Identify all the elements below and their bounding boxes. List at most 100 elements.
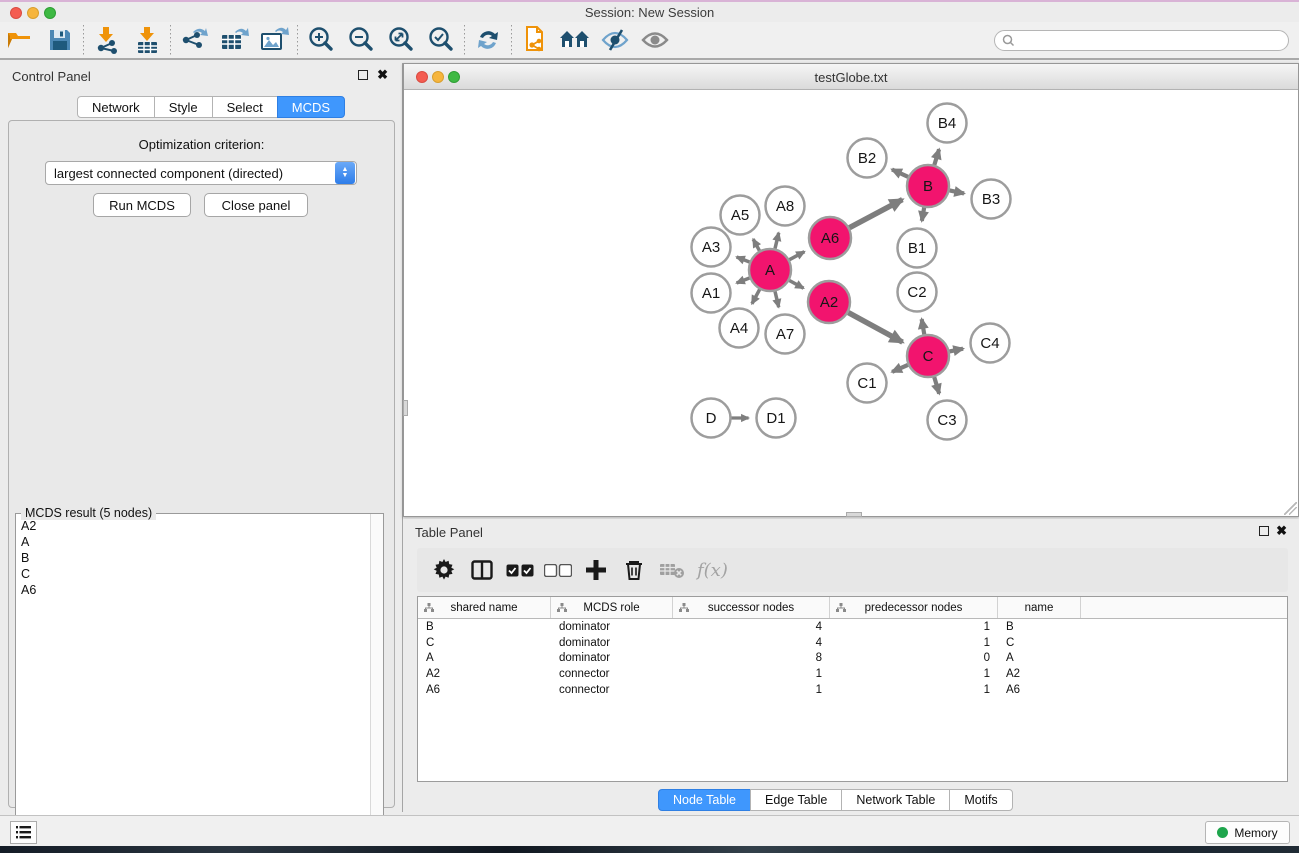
hide-panels-icon[interactable] [595,23,635,57]
node-table[interactable]: shared name MCDS role successor nodes pr… [417,596,1288,782]
table-row[interactable]: Adominator80A [418,650,1287,666]
tab-style[interactable]: Style [154,96,213,118]
edge-A-A7[interactable] [775,291,779,307]
edge-B-B3[interactable] [950,190,965,193]
search-input[interactable] [994,30,1289,51]
table-cell[interactable]: 1 [673,684,830,696]
table-cell[interactable]: A6 [418,684,551,696]
mcds-result-item[interactable]: A2 [21,518,369,534]
mcds-result-item[interactable]: A6 [21,582,369,598]
table-cell[interactable]: dominator [551,621,673,633]
zoom-selected-icon[interactable] [421,23,461,57]
table-row[interactable]: A2connector11A2 [418,666,1287,682]
memory-button[interactable]: Memory [1205,821,1290,844]
column-header-name[interactable]: name [998,597,1081,618]
close-panel-icon[interactable]: ✖ [377,67,388,83]
edge-A-A6[interactable] [789,252,804,260]
table-cell[interactable]: C [998,637,1081,649]
tab-select[interactable]: Select [212,96,278,118]
select-all-checkboxes-icon[interactable] [501,552,539,588]
task-history-icon[interactable] [10,821,37,844]
table-cell[interactable]: 4 [673,637,830,649]
tab-edge-table[interactable]: Edge Table [750,789,842,811]
network-from-file-icon[interactable] [515,23,555,57]
open-folder-icon[interactable] [0,23,40,57]
edge-C-C3[interactable] [934,377,939,394]
zoom-fit-icon[interactable] [381,23,421,57]
table-row[interactable]: Cdominator41C [418,635,1287,651]
zoom-out-icon[interactable] [341,23,381,57]
table-cell[interactable]: B [418,621,551,633]
float-panel-icon[interactable] [358,70,368,80]
table-cell[interactable]: A2 [998,668,1081,680]
delete-column-icon[interactable] [615,552,653,588]
edge-A-A4[interactable] [752,289,760,303]
float-table-panel-icon[interactable] [1259,526,1269,536]
edge-A-A2[interactable] [789,280,803,288]
edge-A-A1[interactable] [737,278,750,283]
tab-network-table[interactable]: Network Table [841,789,950,811]
table-cell[interactable]: 1 [673,668,830,680]
table-cell[interactable]: A [998,652,1081,664]
table-cell[interactable]: A6 [998,684,1081,696]
table-row[interactable]: A6connector11A6 [418,682,1287,698]
column-header-shared-name[interactable]: shared name [418,597,551,618]
close-panel-button[interactable]: Close panel [204,193,308,217]
refresh-layout-icon[interactable] [468,23,508,57]
table-row[interactable]: Bdominator41B [418,619,1287,635]
mcds-result-scrollbar[interactable] [370,514,383,853]
column-header-successor-nodes[interactable]: successor nodes [673,597,830,618]
edge-A-A3[interactable] [737,257,750,262]
export-image-icon[interactable] [254,23,294,57]
column-header-mcds-role[interactable]: MCDS role [551,597,673,618]
column-header-predecessor-nodes[interactable]: predecessor nodes [830,597,998,618]
table-cell[interactable]: connector [551,668,673,680]
edge-A2-C[interactable] [848,313,902,343]
edge-B-B4[interactable] [934,149,939,165]
network-canvas[interactable]: B4B2BB3A8A5A6B1A3AA1C2A2A4A7C4CC1C3DD1 [404,90,1298,516]
table-cell[interactable]: 4 [673,621,830,633]
save-session-icon[interactable] [40,23,80,57]
table-cell[interactable]: connector [551,684,673,696]
table-cell[interactable]: 8 [673,652,830,664]
export-table-icon[interactable] [214,23,254,57]
tab-network[interactable]: Network [77,96,155,118]
table-cell[interactable]: A2 [418,668,551,680]
table-cell[interactable]: 0 [830,652,998,664]
bottom-edge-handle[interactable] [846,512,862,517]
run-mcds-button[interactable]: Run MCDS [93,193,191,217]
table-cell[interactable]: 1 [830,668,998,680]
edge-A6-B[interactable] [849,200,902,228]
edge-A-A5[interactable] [753,239,759,251]
tab-node-table[interactable]: Node Table [658,789,751,811]
left-edge-handle[interactable] [403,400,408,416]
table-cell[interactable]: 1 [830,637,998,649]
close-table-panel-icon[interactable]: ✖ [1276,523,1287,539]
tab-motifs[interactable]: Motifs [949,789,1012,811]
resize-grip-icon[interactable] [1284,502,1297,515]
mcds-result-list[interactable]: A2ABCA6 [17,518,369,853]
import-table-icon[interactable] [127,23,167,57]
show-eye-icon[interactable] [635,23,675,57]
table-cell[interactable]: C [418,637,551,649]
edge-C-C1[interactable] [892,365,908,372]
table-cell[interactable]: B [998,621,1081,633]
optimization-criterion-select[interactable]: largest connected component (directed) ▲… [45,161,357,185]
table-cell[interactable]: dominator [551,652,673,664]
edge-B-B2[interactable] [892,169,908,176]
gear-icon[interactable] [425,552,463,588]
export-network-icon[interactable] [174,23,214,57]
split-columns-icon[interactable] [463,552,501,588]
edge-A-A8[interactable] [775,233,779,249]
table-cell[interactable]: A [418,652,551,664]
network-window-titlebar[interactable]: testGlobe.txt [404,64,1298,90]
table-cell[interactable]: 1 [830,684,998,696]
deselect-all-checkboxes-icon[interactable] [539,552,577,588]
import-network-icon[interactable] [87,23,127,57]
zoom-in-icon[interactable] [301,23,341,57]
table-cell[interactable]: dominator [551,637,673,649]
mcds-result-item[interactable]: A [21,534,369,550]
edge-C-C4[interactable] [950,349,964,352]
add-column-icon[interactable] [577,552,615,588]
table-cell[interactable]: 1 [830,621,998,633]
